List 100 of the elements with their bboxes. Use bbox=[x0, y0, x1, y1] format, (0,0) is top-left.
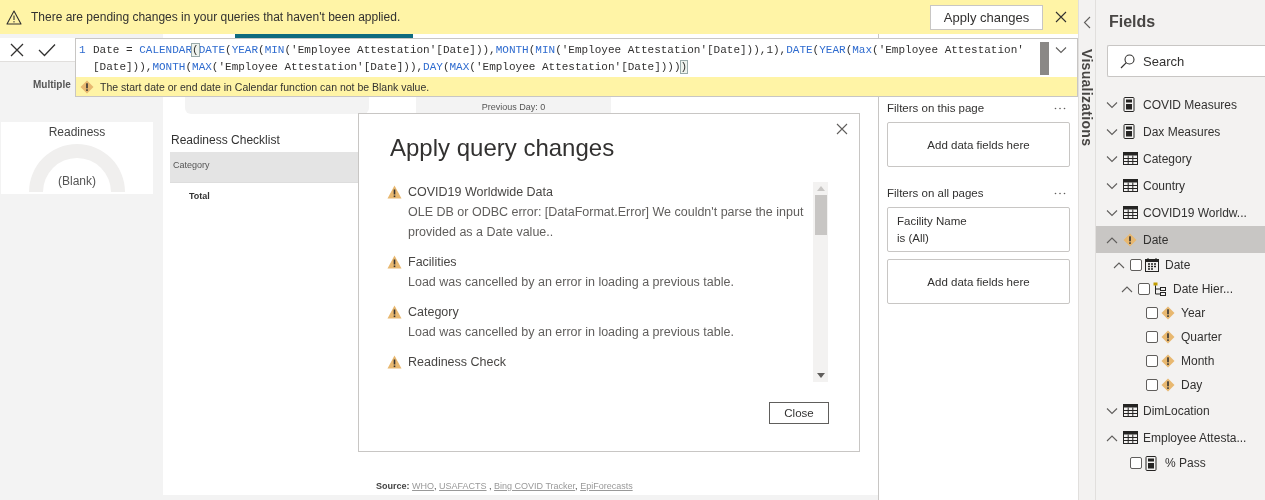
banner-message: There are pending changes in your queries that haven't been applied. bbox=[31, 10, 402, 24]
more-icon[interactable] bbox=[1054, 191, 1066, 195]
hierarchy-icon bbox=[1153, 282, 1166, 296]
card-caption: Previous Day: 0 bbox=[481, 102, 546, 112]
chevron-down-icon[interactable] bbox=[1106, 154, 1118, 163]
field-label: COVID19 Worldw... bbox=[1143, 205, 1247, 220]
close-icon[interactable] bbox=[1055, 11, 1067, 23]
drop-zone[interactable]: Add data fields here bbox=[887, 259, 1070, 304]
close-icon[interactable] bbox=[836, 123, 848, 135]
field-label: Date bbox=[1165, 258, 1191, 272]
checkbox[interactable] bbox=[1146, 307, 1158, 319]
checkbox[interactable] bbox=[1138, 283, 1150, 295]
chevron-up-icon[interactable] bbox=[1113, 261, 1125, 269]
chevron-down-icon[interactable] bbox=[1106, 100, 1118, 109]
scrollbar-thumb[interactable] bbox=[1040, 42, 1049, 75]
chevron-down-icon[interactable] bbox=[1106, 127, 1118, 136]
chevron-down-icon[interactable] bbox=[1106, 181, 1118, 190]
field-item[interactable]: Dax Measures bbox=[1096, 118, 1265, 145]
search-field[interactable]: Search bbox=[1107, 45, 1265, 77]
checkbox[interactable] bbox=[1130, 259, 1142, 271]
field-item[interactable]: Date bbox=[1096, 226, 1265, 253]
field-label: Date Hier... bbox=[1173, 282, 1234, 296]
field-label: Year bbox=[1181, 306, 1206, 320]
code-line: Date = CALENDAR(DATE(YEAR(MIN('Employee Attestation'[Date])),MONTH(MIN('Employee Attestation'[Date])),1),DATE(YEAR(Max('Employee Attestation' bbox=[93, 43, 1024, 58]
field-label: Dax Measures bbox=[1143, 124, 1221, 139]
table-icon bbox=[1123, 152, 1138, 165]
table-icon bbox=[1123, 404, 1138, 417]
query-name: Facilities bbox=[408, 254, 458, 271]
field-label: Day bbox=[1181, 378, 1203, 392]
field-item[interactable]: Day bbox=[1096, 373, 1265, 397]
field-label: Country bbox=[1143, 178, 1186, 193]
field-item[interactable]: Month bbox=[1096, 349, 1265, 373]
query-name: Category bbox=[408, 304, 460, 321]
scrollbar-track[interactable] bbox=[813, 182, 828, 382]
checkbox[interactable] bbox=[1146, 355, 1158, 367]
field-item[interactable]: Category bbox=[1096, 145, 1265, 172]
field-item[interactable]: Date bbox=[1096, 253, 1265, 277]
cancel-icon[interactable] bbox=[10, 42, 24, 57]
field-label: Month bbox=[1181, 354, 1215, 368]
apply-changes-button[interactable]: Apply changes bbox=[930, 4, 1043, 30]
warning-icon bbox=[1161, 378, 1175, 392]
close-button[interactable]: Close bbox=[769, 402, 829, 424]
query-name: COVID19 Worldwide Data bbox=[408, 184, 554, 201]
warning-icon bbox=[1161, 354, 1175, 368]
arrow-down-icon[interactable] bbox=[816, 373, 825, 378]
query-name: Readiness Check bbox=[408, 354, 506, 371]
chevron-left-icon[interactable] bbox=[1083, 16, 1091, 29]
error-message: OLE DB or ODBC error: [DataFormat.Error] We couldn't parse the input provided as a Date value.. bbox=[408, 204, 805, 241]
checkbox[interactable] bbox=[1130, 457, 1142, 469]
field-item[interactable]: Country bbox=[1096, 172, 1265, 199]
chevron-up-icon[interactable] bbox=[1106, 235, 1118, 244]
field-item[interactable]: COVID Measures bbox=[1096, 91, 1265, 118]
warning-icon bbox=[387, 305, 402, 319]
field-item[interactable]: % Pass bbox=[1096, 451, 1265, 475]
total-label: Total bbox=[189, 191, 211, 201]
error-message: Load was cancelled by an error in loading a previous table. bbox=[408, 274, 734, 291]
error-message: Load was cancelled by an error in loading a previous table. bbox=[408, 324, 734, 341]
field-label: DimLocation bbox=[1143, 403, 1210, 418]
gauge-value: (Blank) bbox=[57, 174, 97, 188]
warning-icon bbox=[6, 9, 22, 25]
chevron-down-icon[interactable] bbox=[1106, 208, 1118, 217]
field-item[interactable]: COVID19 Worldw... bbox=[1096, 199, 1265, 226]
calculator-icon bbox=[1123, 97, 1135, 112]
chevron-down-icon[interactable] bbox=[1106, 406, 1118, 415]
gauge-title: Readiness bbox=[48, 125, 106, 139]
calendar-icon bbox=[1145, 258, 1159, 272]
check-icon[interactable] bbox=[38, 42, 56, 57]
warning-icon bbox=[80, 79, 94, 94]
checkbox[interactable] bbox=[1146, 331, 1158, 343]
filter-name: Facility Name bbox=[897, 213, 968, 229]
chevron-up-icon[interactable] bbox=[1121, 285, 1133, 293]
table-title: Readiness Checklist bbox=[171, 133, 281, 147]
warning-icon bbox=[1161, 306, 1175, 320]
warning-icon bbox=[387, 355, 402, 369]
slicer-label: Multiple bbox=[33, 79, 71, 90]
field-item[interactable]: Quarter bbox=[1096, 325, 1265, 349]
calculator-icon bbox=[1145, 455, 1157, 471]
field-item[interactable]: Employee Attesta... bbox=[1096, 424, 1265, 451]
checkbox[interactable] bbox=[1146, 379, 1158, 391]
calculator-icon bbox=[1123, 124, 1135, 139]
table-icon bbox=[1123, 179, 1138, 192]
pane-title[interactable]: Visualizations bbox=[1079, 49, 1095, 147]
more-icon[interactable] bbox=[1054, 106, 1066, 110]
chevron-down-icon[interactable] bbox=[1055, 46, 1067, 54]
field-label: COVID Measures bbox=[1143, 97, 1238, 112]
section-title: Filters on this page bbox=[887, 102, 985, 114]
code-line: [Date])),MONTH(MAX('Employee Attestation'[Date])),DAY(MAX('Employee Attestation'[Date])))) bbox=[93, 60, 689, 75]
field-label: Date bbox=[1143, 232, 1169, 247]
field-item[interactable]: Date Hier... bbox=[1096, 277, 1265, 301]
scrollbar-thumb[interactable] bbox=[814, 195, 827, 235]
chevron-up-icon[interactable] bbox=[1106, 433, 1118, 442]
field-label: Employee Attesta... bbox=[1143, 430, 1247, 445]
field-label: Quarter bbox=[1181, 330, 1222, 344]
table-icon bbox=[1123, 206, 1138, 219]
error-message: The start date or end date in Calendar function can not be Blank value. bbox=[100, 80, 430, 93]
drop-zone[interactable]: Add data fields here bbox=[887, 122, 1070, 167]
filter-card[interactable]: Facility Name is (All) bbox=[887, 207, 1070, 252]
field-item[interactable]: Year bbox=[1096, 301, 1265, 325]
warning-icon bbox=[387, 255, 402, 269]
field-item[interactable]: DimLocation bbox=[1096, 397, 1265, 424]
